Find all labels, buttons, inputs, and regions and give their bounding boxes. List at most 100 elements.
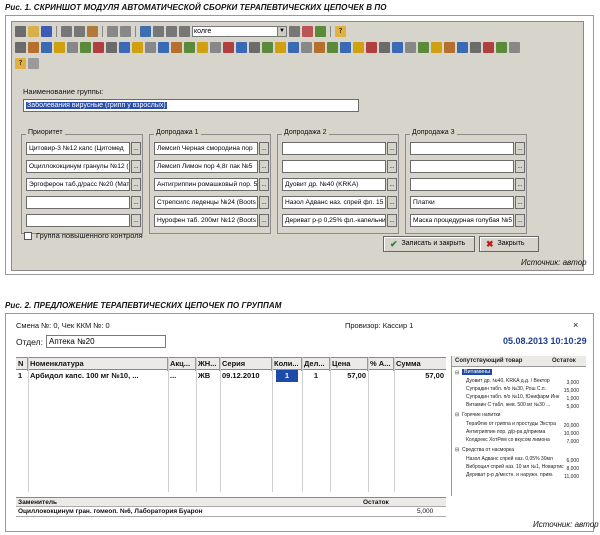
upsell3-slot-1[interactable] bbox=[410, 142, 514, 155]
toolbar-icon[interactable] bbox=[379, 42, 390, 53]
upsell1-slot-5[interactable]: Нурофен таб. 200мг №12 (Boots bbox=[154, 214, 258, 227]
toolbar-icon[interactable] bbox=[41, 42, 52, 53]
upsell2-slot-4-button[interactable]: ... bbox=[387, 196, 397, 209]
toolbar-icon[interactable] bbox=[340, 42, 351, 53]
upsell1-slot-5-button[interactable]: ... bbox=[259, 214, 269, 227]
copy-icon[interactable] bbox=[74, 26, 85, 37]
upsell2-slot-5-button[interactable]: ... bbox=[387, 214, 397, 227]
upsell2-slot-4[interactable]: Назол Адванс наз. спрей фл. 15 bbox=[282, 196, 386, 209]
toolbar-icon[interactable] bbox=[457, 42, 468, 53]
close-button[interactable]: ✖ Закрыть bbox=[479, 236, 539, 252]
priority-slot-5[interactable] bbox=[26, 214, 130, 227]
upsell3-slot-1-button[interactable]: ... bbox=[515, 142, 525, 155]
upsell1-slot-4-button[interactable]: ... bbox=[259, 196, 269, 209]
upsell2-slot-3[interactable]: Дуовит др. №40 (KRKA) bbox=[282, 178, 386, 191]
upsell1-slot-3-button[interactable]: ... bbox=[259, 178, 269, 191]
tools-icon[interactable] bbox=[315, 26, 326, 37]
toolbar-icon[interactable] bbox=[132, 42, 143, 53]
save-icon[interactable] bbox=[41, 26, 52, 37]
document-icon[interactable] bbox=[140, 26, 151, 37]
upsell1-slot-2-button[interactable]: ... bbox=[259, 160, 269, 173]
upsell2-slot-3-button[interactable]: ... bbox=[387, 178, 397, 191]
help-icon[interactable]: ? bbox=[335, 26, 346, 37]
toolbar-icon[interactable] bbox=[80, 42, 91, 53]
upsell2-slot-2[interactable] bbox=[282, 160, 386, 173]
toolbar-icon[interactable] bbox=[15, 42, 26, 53]
tree-collapse-icon[interactable]: ⊟ bbox=[455, 370, 459, 376]
priority-slot-1-button[interactable]: ... bbox=[131, 142, 141, 155]
toolbar-icon[interactable] bbox=[288, 42, 299, 53]
toolbar-icon[interactable] bbox=[301, 42, 312, 53]
toolbar-icon[interactable] bbox=[496, 42, 507, 53]
upsell3-slot-5-button[interactable]: ... bbox=[515, 214, 525, 227]
upsell1-slot-4[interactable]: Стрепсилс леденцы №24 (Boots bbox=[154, 196, 258, 209]
undo-icon[interactable] bbox=[153, 26, 164, 37]
tree-collapse-icon[interactable]: ⊟ bbox=[455, 447, 459, 453]
toolbar-icon[interactable] bbox=[444, 42, 455, 53]
find-replace-icon[interactable] bbox=[302, 26, 313, 37]
toolbar-icon[interactable] bbox=[28, 42, 39, 53]
toolbar-icon[interactable] bbox=[483, 42, 494, 53]
upsell1-slot-1-button[interactable]: ... bbox=[259, 142, 269, 155]
find-icon[interactable] bbox=[179, 26, 190, 37]
priority-slot-3-button[interactable]: ... bbox=[131, 178, 141, 191]
upsell2-slot-1-button[interactable]: ... bbox=[387, 142, 397, 155]
upsell3-slot-4-button[interactable]: ... bbox=[515, 196, 525, 209]
toolbar-icon[interactable] bbox=[54, 42, 65, 53]
priority-slot-3[interactable]: Эргоферон таб.д/расс №20 (Мат bbox=[26, 178, 130, 191]
toolbar-icon[interactable] bbox=[327, 42, 338, 53]
upsell3-slot-5[interactable]: Маска процедурная голубая №5 bbox=[410, 214, 514, 227]
redo-icon[interactable] bbox=[166, 26, 177, 37]
toolbar-icon[interactable] bbox=[67, 42, 78, 53]
toolbar-icon[interactable] bbox=[145, 42, 156, 53]
toolbar-icon[interactable] bbox=[158, 42, 169, 53]
priority-slot-4[interactable] bbox=[26, 196, 130, 209]
toolbar-icon[interactable] bbox=[314, 42, 325, 53]
dept-field[interactable]: Аптека №20 bbox=[46, 335, 166, 348]
open-folder-icon[interactable] bbox=[28, 26, 39, 37]
toolbar-icon[interactable] bbox=[93, 42, 104, 53]
cell-qty[interactable]: 1 bbox=[276, 370, 298, 382]
close-icon[interactable]: × bbox=[573, 320, 578, 330]
upsell3-slot-2[interactable] bbox=[410, 160, 514, 173]
upsell2-slot-1[interactable] bbox=[282, 142, 386, 155]
upsell2-slot-5[interactable]: Дериват р-р 0,25% фл.-капельни bbox=[282, 214, 386, 227]
priority-slot-2[interactable]: Оциллококцинум гранулы №12 ( bbox=[26, 160, 130, 173]
high-control-checkbox[interactable] bbox=[24, 232, 32, 240]
toolbar-icon[interactable] bbox=[249, 42, 260, 53]
toolbar-icon[interactable] bbox=[353, 42, 364, 53]
cut-icon[interactable] bbox=[61, 26, 72, 37]
toolbar-icon[interactable] bbox=[119, 42, 130, 53]
upsell1-slot-2[interactable]: Лемсип Лимон пор 4,8г пак №5 bbox=[154, 160, 258, 173]
priority-slot-5-button[interactable]: ... bbox=[131, 214, 141, 227]
toolbar-icon[interactable] bbox=[431, 42, 442, 53]
new-doc-icon[interactable] bbox=[15, 26, 26, 37]
upsell3-slot-3[interactable] bbox=[410, 178, 514, 191]
upsell3-slot-2-button[interactable]: ... bbox=[515, 160, 525, 173]
toolbar-icon[interactable] bbox=[509, 42, 520, 53]
toolbar-icon[interactable] bbox=[210, 42, 221, 53]
toolbar-icon[interactable] bbox=[405, 42, 416, 53]
print-icon[interactable] bbox=[107, 26, 118, 37]
toolbar-icon[interactable] bbox=[366, 42, 377, 53]
upsell3-slot-3-button[interactable]: ... bbox=[515, 178, 525, 191]
toolbar-icon[interactable] bbox=[197, 42, 208, 53]
table-row[interactable]: 1 Арбидол капс. 100 мг №10, ... ... ЖВ 0… bbox=[16, 370, 446, 382]
toolbar-icon[interactable] bbox=[418, 42, 429, 53]
upsell3-slot-4[interactable]: Платки bbox=[410, 196, 514, 209]
search-next-icon[interactable] bbox=[289, 26, 300, 37]
upsell2-slot-2-button[interactable]: ... bbox=[387, 160, 397, 173]
priority-slot-1[interactable]: Цитовир-3 №12 капс (Цитомед bbox=[26, 142, 130, 155]
priority-slot-2-button[interactable]: ... bbox=[131, 160, 141, 173]
chevron-down-icon[interactable]: ▼ bbox=[277, 27, 286, 36]
toolbar-icon[interactable] bbox=[223, 42, 234, 53]
toolbar-icon[interactable] bbox=[184, 42, 195, 53]
toolbar-icon[interactable] bbox=[171, 42, 182, 53]
help-icon[interactable]: ? bbox=[15, 58, 26, 69]
toolbar-icon[interactable] bbox=[106, 42, 117, 53]
toolbar-icon[interactable] bbox=[262, 42, 273, 53]
paste-icon[interactable] bbox=[87, 26, 98, 37]
priority-slot-4-button[interactable]: ... bbox=[131, 196, 141, 209]
toolbar-icon[interactable] bbox=[275, 42, 286, 53]
pointer-help-icon[interactable] bbox=[28, 58, 39, 69]
